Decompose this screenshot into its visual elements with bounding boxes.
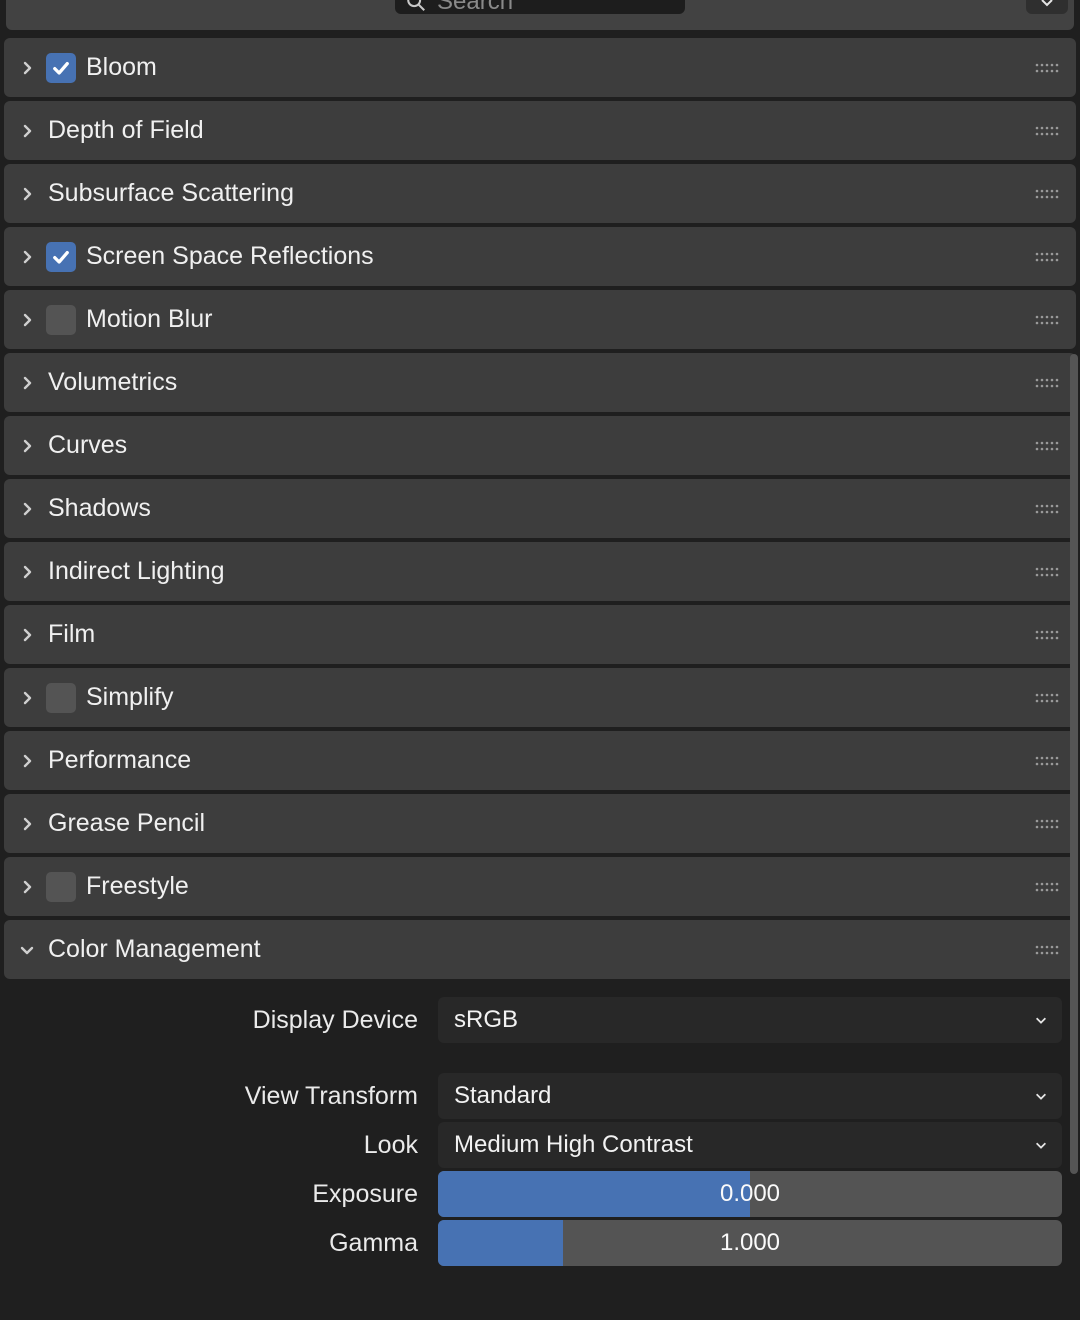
chevron-right-icon[interactable] [16, 120, 38, 142]
drag-handle-icon[interactable] [1034, 628, 1060, 642]
checkbox-motion-blur[interactable] [46, 305, 76, 335]
drag-handle-icon[interactable] [1034, 439, 1060, 453]
chevron-right-icon[interactable] [16, 372, 38, 394]
exposure-slider[interactable]: 0.000 [438, 1171, 1062, 1217]
panel-label: Depth of Field [48, 116, 204, 145]
drag-handle-icon[interactable] [1034, 376, 1060, 390]
drag-handle-icon[interactable] [1034, 880, 1060, 894]
chevron-down-icon [1039, 0, 1055, 10]
panel-label: Shadows [48, 494, 151, 523]
drag-handle-icon[interactable] [1034, 313, 1060, 327]
chevron-right-icon[interactable] [16, 813, 38, 835]
panel-header-shadows[interactable]: Shadows [4, 479, 1076, 538]
panel-header-freestyle[interactable]: Freestyle [4, 857, 1076, 916]
chevron-right-icon[interactable] [16, 57, 38, 79]
panel-label: Indirect Lighting [48, 557, 225, 586]
chevron-down-icon [1034, 1082, 1048, 1110]
search-field[interactable] [395, 0, 685, 14]
chevron-right-icon[interactable] [16, 435, 38, 457]
drag-handle-icon[interactable] [1034, 817, 1060, 831]
panel-header-subsurface-scattering[interactable]: Subsurface Scattering [4, 164, 1076, 223]
checkbox-simplify[interactable] [46, 683, 76, 713]
drag-handle-icon[interactable] [1034, 124, 1060, 138]
panel-header-motion-blur[interactable]: Motion Blur [4, 290, 1076, 349]
drag-handle-icon[interactable] [1034, 61, 1060, 75]
drag-handle-icon[interactable] [1034, 502, 1060, 516]
look-label: Look [18, 1131, 418, 1160]
slider-value: 0.000 [720, 1180, 780, 1208]
look-dropdown[interactable]: Medium High Contrast [438, 1122, 1062, 1168]
chevron-right-icon[interactable] [16, 246, 38, 268]
panel-label: Bloom [86, 53, 157, 82]
gamma-slider[interactable]: 1.000 [438, 1220, 1062, 1266]
chevron-right-icon[interactable] [16, 687, 38, 709]
panel-label: Simplify [86, 683, 174, 712]
panel-label: Motion Blur [86, 305, 212, 334]
drag-handle-icon[interactable] [1034, 187, 1060, 201]
panel-label: Subsurface Scattering [48, 179, 294, 208]
display-device-label: Display Device [18, 1006, 418, 1035]
dropdown-value: sRGB [454, 1006, 518, 1034]
chevron-right-icon[interactable] [16, 498, 38, 520]
panel-label: Performance [48, 746, 191, 775]
drag-handle-icon[interactable] [1034, 943, 1060, 957]
checkbox-freestyle[interactable] [46, 872, 76, 902]
slider-fill [438, 1171, 750, 1217]
drag-handle-icon[interactable] [1034, 565, 1060, 579]
scrollbar-thumb[interactable] [1070, 354, 1078, 1174]
panel-label: Curves [48, 431, 127, 460]
panel-header-film[interactable]: Film [4, 605, 1076, 664]
checkbox-bloom[interactable] [46, 53, 76, 83]
scrollbar[interactable] [1068, 34, 1080, 1320]
chevron-down-icon [1034, 1131, 1048, 1159]
dropdown-value: Standard [454, 1082, 551, 1110]
panel-header-volumetrics[interactable]: Volumetrics [4, 353, 1076, 412]
chevron-right-icon[interactable] [16, 183, 38, 205]
panel-label: Grease Pencil [48, 809, 205, 838]
panel-header-curves[interactable]: Curves [4, 416, 1076, 475]
search-icon [405, 0, 427, 13]
checkbox-screen-space-reflections[interactable] [46, 242, 76, 272]
panel-label: Freestyle [86, 872, 189, 901]
search-input[interactable] [437, 0, 747, 16]
chevron-right-icon[interactable] [16, 561, 38, 583]
panel-label: Screen Space Reflections [86, 242, 374, 271]
panel-header-indirect-lighting[interactable]: Indirect Lighting [4, 542, 1076, 601]
chevron-right-icon[interactable] [16, 876, 38, 898]
chevron-right-icon[interactable] [16, 309, 38, 331]
chevron-right-icon[interactable] [16, 750, 38, 772]
slider-value: 1.000 [720, 1229, 780, 1257]
drag-handle-icon[interactable] [1034, 754, 1060, 768]
view-transform-dropdown[interactable]: Standard [438, 1073, 1062, 1119]
panel-header-screen-space-reflections[interactable]: Screen Space Reflections [4, 227, 1076, 286]
view-transform-label: View Transform [18, 1082, 418, 1111]
panel-header-performance[interactable]: Performance [4, 731, 1076, 790]
panel-header-depth-of-field[interactable]: Depth of Field [4, 101, 1076, 160]
drag-handle-icon[interactable] [1034, 691, 1060, 705]
drag-handle-icon[interactable] [1034, 250, 1060, 264]
display-device-dropdown[interactable]: sRGB [438, 997, 1062, 1043]
panel-label: Color Management [48, 935, 261, 964]
panel-header-color-management[interactable]: Color Management [4, 920, 1076, 979]
chevron-down-icon [1034, 1006, 1048, 1034]
panel-header-grease-pencil[interactable]: Grease Pencil [4, 794, 1076, 853]
panel-label: Film [48, 620, 95, 649]
chevron-down-icon[interactable] [16, 939, 38, 961]
dropdown-value: Medium High Contrast [454, 1131, 693, 1159]
slider-fill [438, 1220, 563, 1266]
exposure-label: Exposure [18, 1180, 418, 1209]
chevron-right-icon[interactable] [16, 624, 38, 646]
gamma-label: Gamma [18, 1229, 418, 1258]
panel-header-bloom[interactable]: Bloom [4, 38, 1076, 97]
options-dropdown-button[interactable] [1026, 0, 1068, 14]
panel-header-simplify[interactable]: Simplify [4, 668, 1076, 727]
panel-label: Volumetrics [48, 368, 177, 397]
